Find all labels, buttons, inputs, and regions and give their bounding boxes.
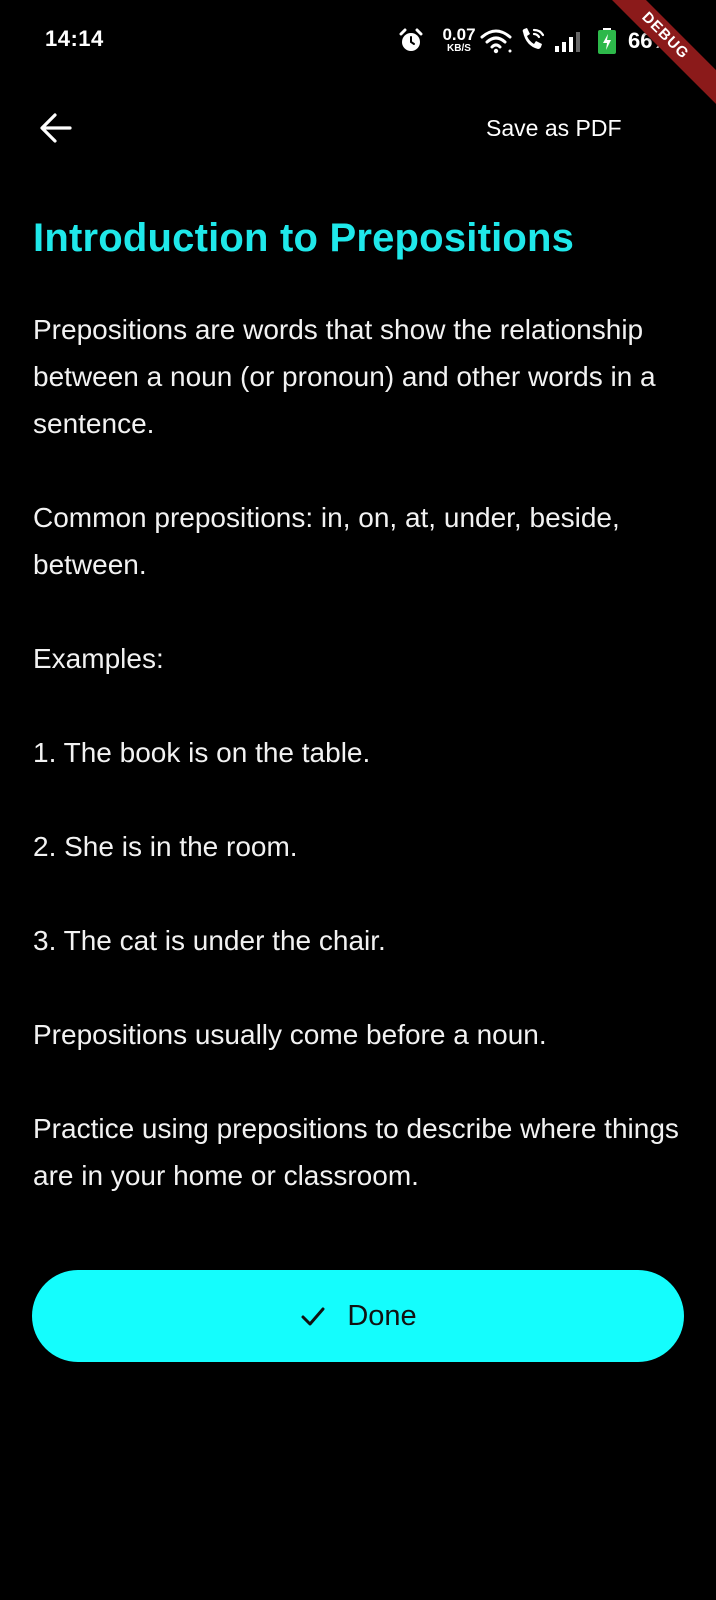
lesson-paragraph: 1. The book is on the table. [33, 737, 371, 768]
wifi-icon [480, 29, 512, 54]
network-speed-value: 0.07 [442, 25, 476, 44]
lesson-paragraph: 2. She is in the room. [33, 831, 298, 862]
app-bar: Save as PDF [0, 90, 716, 166]
done-button[interactable]: Done [32, 1270, 684, 1362]
back-button[interactable] [28, 100, 84, 156]
battery-charging-icon [598, 28, 616, 54]
lesson-paragraph: Prepositions are words that show the rel… [33, 314, 656, 439]
arrow-back-icon [40, 113, 72, 143]
status-time: 14:14 [45, 26, 104, 51]
wifi-call-icon [522, 28, 545, 49]
lesson-content: Introduction to Prepositions Preposition… [33, 214, 683, 1199]
lesson-title: Introduction to Prepositions [33, 216, 575, 260]
lesson-paragraph: Common prepositions: in, on, at, under, … [33, 502, 620, 580]
save-as-pdf-button[interactable]: Save as PDF [470, 108, 638, 148]
alarm-icon [399, 28, 423, 51]
network-speed-unit: KB/S [447, 43, 471, 54]
lesson-paragraph: 3. The cat is under the chair. [33, 925, 386, 956]
done-button-label: Done [347, 1299, 417, 1332]
signal-icon [555, 32, 580, 52]
lesson-paragraph: Examples: [33, 643, 164, 674]
lesson-paragraph: Practice using prepositions to describe … [33, 1113, 679, 1191]
lesson-paragraph: Prepositions usually come before a noun. [33, 1019, 547, 1050]
network-speed: 0.07 KB/S [438, 26, 480, 54]
check-icon [301, 1307, 325, 1326]
lesson-body: Prepositions are words that show the rel… [33, 306, 683, 1199]
status-bar: 14:14 0.07 KB/S 66% [0, 0, 716, 84]
